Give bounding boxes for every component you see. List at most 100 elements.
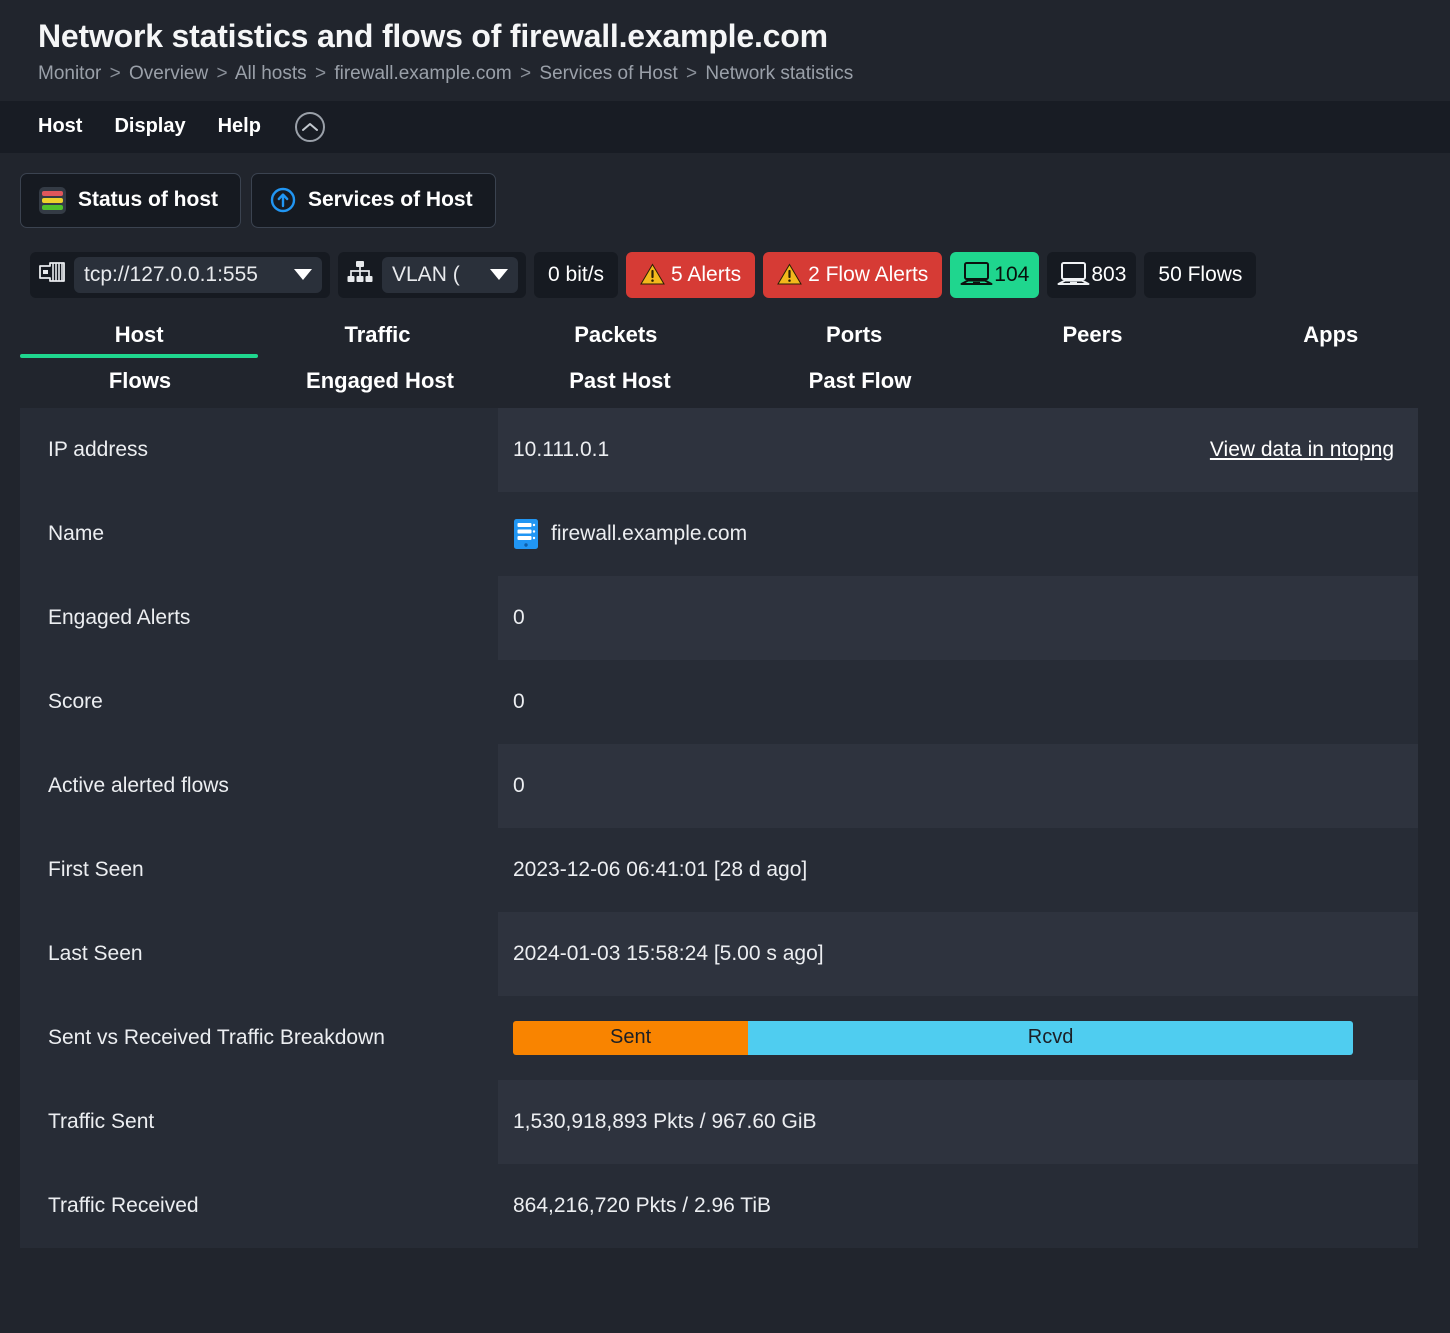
host-name-value[interactable]: firewall.example.com: [551, 522, 747, 546]
status-bars-icon: [39, 187, 66, 214]
total-hosts-badge[interactable]: 803: [1047, 252, 1136, 298]
tab-traffic[interactable]: Traffic: [258, 314, 496, 358]
breadcrumb-separator: >: [683, 63, 700, 84]
view-data-in-ntopng-link[interactable]: View data in ntopng: [1210, 438, 1394, 462]
row-label: Sent vs Received Traffic Breakdown: [20, 996, 498, 1080]
alerts-badge-label: 5 Alerts: [671, 263, 741, 287]
row-label: Traffic Received: [20, 1164, 498, 1248]
row-label: Engaged Alerts: [20, 576, 498, 660]
row-value: firewall.example.com: [498, 492, 1418, 576]
table-row: Traffic Received 864,216,720 Pkts / 2.96…: [20, 1164, 1418, 1248]
chevron-up-circle-icon[interactable]: [295, 112, 325, 142]
tab-navigation: Host Traffic Packets Ports Peers Apps Fl…: [0, 308, 1450, 408]
ip-address-value: 10.111.0.1: [513, 438, 609, 462]
row-label: First Seen: [20, 828, 498, 912]
status-strip: tcp://127.0.0.1:555 VLAN ( 0 bit/s: [0, 246, 1450, 308]
row-value: 2024-01-03 15:58:24 [5.00 s ago]: [498, 912, 1418, 996]
menu-bar: Host Display Help: [0, 101, 1450, 153]
table-row: Last Seen 2024-01-03 15:58:24 [5.00 s ag…: [20, 912, 1418, 996]
host-detail-table: IP address 10.111.0.1 View data in ntopn…: [20, 408, 1418, 1248]
table-row: Active alerted flows 0: [20, 744, 1418, 828]
table-row: IP address 10.111.0.1 View data in ntopn…: [20, 408, 1418, 492]
breakdown-segment-sent: Sent: [513, 1021, 748, 1055]
throughput-indicator: 0 bit/s: [534, 252, 618, 298]
row-value: Sent Rcvd: [498, 996, 1418, 1080]
table-row: Sent vs Received Traffic Breakdown Sent …: [20, 996, 1418, 1080]
row-value: 0: [498, 576, 1418, 660]
status-of-host-button[interactable]: Status of host: [20, 173, 241, 228]
arrow-up-circle-icon: [270, 187, 296, 213]
menu-item-help[interactable]: Help: [218, 115, 261, 138]
tab-row-secondary: Flows Engaged Host Past Host Past Flow: [0, 358, 1450, 408]
breadcrumb-item-host[interactable]: firewall.example.com: [334, 63, 511, 84]
chevron-down-icon: [490, 269, 508, 280]
flow-alerts-badge-label: 2 Flow Alerts: [808, 263, 928, 287]
row-label: Score: [20, 660, 498, 744]
server-icon: [513, 518, 539, 550]
flow-alerts-badge[interactable]: 2 Flow Alerts: [763, 252, 942, 298]
flows-badge[interactable]: 50 Flows: [1144, 252, 1256, 298]
table-row: Traffic Sent 1,530,918,893 Pkts / 967.60…: [20, 1080, 1418, 1164]
tab-packets[interactable]: Packets: [497, 314, 735, 358]
tab-peers[interactable]: Peers: [973, 314, 1211, 358]
status-of-host-label: Status of host: [78, 188, 218, 212]
vlan-select[interactable]: VLAN (: [382, 257, 518, 293]
vlan-select-value: VLAN (: [392, 263, 480, 287]
breadcrumb-separator: >: [312, 63, 329, 84]
sitemap-icon: [346, 259, 374, 290]
tab-ports[interactable]: Ports: [735, 314, 973, 358]
alerts-badge[interactable]: 5 Alerts: [626, 252, 755, 298]
tab-past-flow[interactable]: Past Flow: [740, 360, 980, 408]
laptop-icon: [1057, 261, 1090, 288]
row-label: IP address: [20, 408, 498, 492]
page-title: Network statistics and flows of firewall…: [38, 16, 1450, 56]
table-row: Name firewall.example.com: [20, 492, 1418, 576]
row-label: Traffic Sent: [20, 1080, 498, 1164]
total-hosts-count: 803: [1091, 263, 1126, 287]
row-label: Last Seen: [20, 912, 498, 996]
breadcrumb-item-services-of-host[interactable]: Services of Host: [539, 63, 677, 84]
breakdown-segment-rcvd: Rcvd: [748, 1021, 1353, 1055]
page-header: Network statistics and flows of firewall…: [0, 0, 1450, 101]
table-row: First Seen 2023-12-06 06:41:01 [28 d ago…: [20, 828, 1418, 912]
breadcrumb-item-all-hosts[interactable]: All hosts: [235, 63, 307, 84]
interface-selector-wrap: tcp://127.0.0.1:555: [30, 252, 330, 298]
tab-past-host[interactable]: Past Host: [500, 360, 740, 408]
table-row: Engaged Alerts 0: [20, 576, 1418, 660]
warning-triangle-icon: [777, 263, 802, 286]
breadcrumb-item-overview[interactable]: Overview: [129, 63, 208, 84]
active-hosts-badge[interactable]: 104: [950, 252, 1039, 298]
vlan-selector-wrap: VLAN (: [338, 252, 526, 298]
sent-received-breakdown-bar: Sent Rcvd: [513, 1021, 1353, 1055]
services-of-host-label: Services of Host: [308, 188, 473, 212]
breadcrumb-separator: >: [517, 63, 534, 84]
laptop-icon: [960, 261, 993, 288]
tab-apps[interactable]: Apps: [1212, 314, 1450, 358]
row-label: Name: [20, 492, 498, 576]
tab-flows[interactable]: Flows: [20, 360, 260, 408]
breadcrumb-item-network-statistics[interactable]: Network statistics: [705, 63, 853, 84]
active-hosts-count: 104: [994, 263, 1029, 287]
network-port-icon: [38, 259, 66, 290]
warning-triangle-icon: [640, 263, 665, 286]
row-value: 0: [498, 660, 1418, 744]
row-label: Active alerted flows: [20, 744, 498, 828]
row-value: 2023-12-06 06:41:01 [28 d ago]: [498, 828, 1418, 912]
row-value: 10.111.0.1 View data in ntopng: [498, 408, 1418, 492]
interface-select[interactable]: tcp://127.0.0.1:555: [74, 257, 322, 293]
menu-item-display[interactable]: Display: [114, 115, 185, 138]
row-value: 1,530,918,893 Pkts / 967.60 GiB: [498, 1080, 1418, 1164]
menu-item-host[interactable]: Host: [38, 115, 82, 138]
context-button-row: Status of host Services of Host: [0, 153, 1450, 246]
breadcrumb-item-monitor[interactable]: Monitor: [38, 63, 101, 84]
services-of-host-button[interactable]: Services of Host: [251, 173, 496, 228]
interface-select-value: tcp://127.0.0.1:555: [84, 263, 284, 287]
breadcrumb-separator: >: [107, 63, 124, 84]
row-value: 864,216,720 Pkts / 2.96 TiB: [498, 1164, 1418, 1248]
chevron-down-icon: [294, 269, 312, 280]
breadcrumb: Monitor > Overview > All hosts > firewal…: [38, 62, 1450, 87]
row-value: 0: [498, 744, 1418, 828]
breadcrumb-separator: >: [214, 63, 231, 84]
tab-engaged-host[interactable]: Engaged Host: [260, 360, 500, 408]
tab-host[interactable]: Host: [20, 314, 258, 358]
